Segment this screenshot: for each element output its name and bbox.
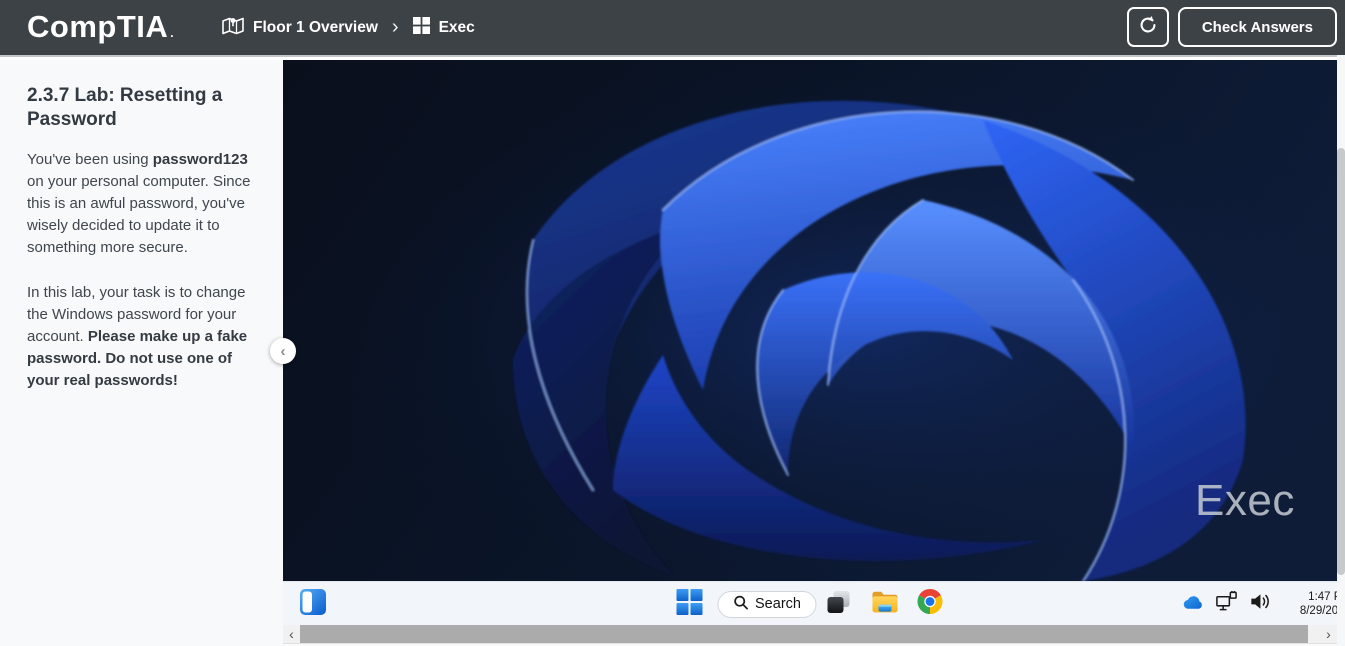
lab-instructions-panel: 2.3.7 Lab: Resetting a Password You've b…: [0, 60, 283, 646]
comptia-logo: CompTIA .: [27, 9, 174, 45]
cloud-icon: [1182, 594, 1205, 615]
widgets-icon: [300, 589, 326, 620]
vertical-scrollbar[interactable]: [1337, 55, 1345, 646]
windows-taskbar: Search: [283, 581, 1337, 625]
machine-name-watermark: Exec: [1195, 476, 1295, 526]
taskbar-search[interactable]: Search: [718, 591, 817, 618]
top-header: CompTIA . Floor 1 Overview ›: [0, 0, 1345, 55]
file-explorer-button[interactable]: [872, 590, 899, 618]
vertical-scrollbar-thumb[interactable]: [1337, 148, 1345, 575]
system-tray: 1:47 PM 8/29/2025: [1182, 582, 1337, 625]
start-button[interactable]: [677, 589, 703, 620]
scroll-right-arrow[interactable]: ›: [1320, 625, 1337, 643]
vm-desktop-screen[interactable]: Exec: [283, 60, 1337, 625]
header-actions: Check Answers: [1127, 7, 1337, 47]
onedrive-button[interactable]: [1182, 594, 1205, 615]
sidebar-collapse-button[interactable]: ‹: [270, 338, 296, 364]
volume-button[interactable]: [1248, 590, 1271, 618]
logo-text: CompTIA: [27, 9, 168, 45]
logo-trademark-dot: .: [170, 26, 174, 40]
map-icon: [222, 15, 244, 41]
clock-time: 1:47 PM: [1285, 590, 1337, 604]
task-view-button[interactable]: [826, 589, 852, 620]
windows11-bloom-wallpaper[interactable]: [283, 60, 1337, 581]
lab-paragraph-2: In this lab, your task is to change the …: [27, 282, 267, 392]
breadcrumb: Floor 1 Overview › Exec: [222, 0, 475, 55]
windows-start-icon: [677, 589, 703, 620]
app-window: CompTIA . Floor 1 Overview ›: [0, 0, 1345, 646]
chrome-button[interactable]: [917, 588, 944, 620]
horizontal-scrollbar[interactable]: ‹ ›: [283, 625, 1337, 643]
volume-icon: [1248, 590, 1271, 618]
ethernet-network-icon: [1215, 590, 1238, 618]
scroll-left-arrow[interactable]: ‹: [283, 625, 300, 643]
network-button[interactable]: [1215, 590, 1238, 618]
breadcrumb-floor-label: Floor 1 Overview: [253, 19, 378, 37]
task-view-icon: [826, 589, 852, 620]
widgets-button[interactable]: [300, 591, 326, 617]
chevron-right-icon: ›: [392, 16, 399, 39]
file-explorer-icon: [872, 590, 899, 618]
chevron-left-icon: ‹: [281, 343, 286, 360]
windows-icon: [413, 17, 430, 39]
breadcrumb-room-label: Exec: [439, 19, 475, 37]
search-icon: [733, 595, 748, 614]
lab-title: 2.3.7 Lab: Resetting a Password: [27, 84, 267, 132]
lab-paragraph-1: You've been using password123 on your pe…: [27, 149, 267, 259]
clock-date: 8/29/2025: [1285, 604, 1337, 618]
breadcrumb-exec[interactable]: Exec: [413, 17, 475, 39]
chrome-icon: [917, 588, 944, 620]
horizontal-scrollbar-thumb[interactable]: [300, 625, 1308, 643]
check-answers-button[interactable]: Check Answers: [1178, 7, 1337, 47]
taskbar-clock[interactable]: 1:47 PM 8/29/2025: [1285, 590, 1337, 618]
taskbar-center-icons: Search: [677, 582, 944, 625]
refresh-icon: [1137, 14, 1159, 41]
breadcrumb-floor-overview[interactable]: Floor 1 Overview: [222, 15, 378, 41]
search-label: Search: [755, 596, 801, 612]
refresh-button[interactable]: [1127, 7, 1169, 47]
